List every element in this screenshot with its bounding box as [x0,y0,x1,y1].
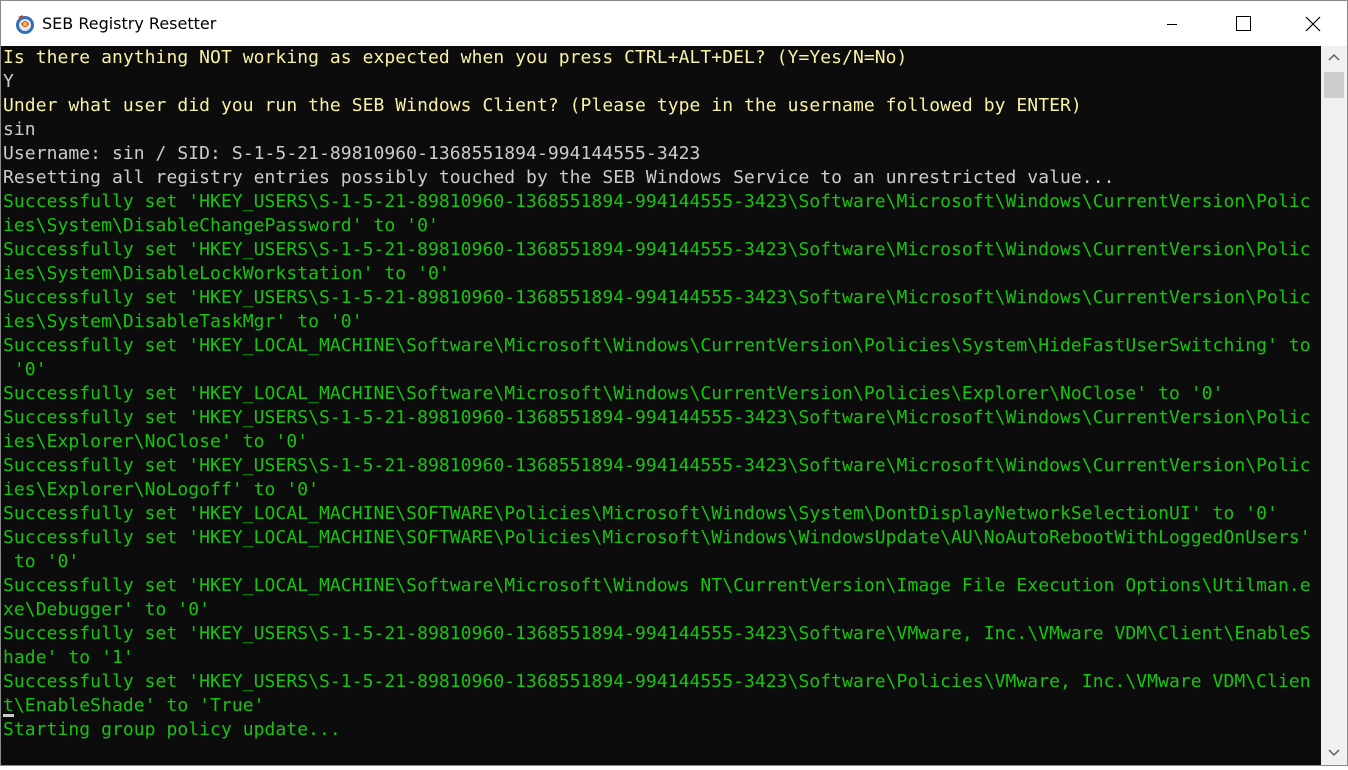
close-icon [1305,16,1321,32]
console-line: Successfully set 'HKEY_USERS\S-1-5-21-89… [3,623,1311,644]
console-line: xe\Debugger' to '0' [3,599,211,620]
scroll-up-button[interactable] [1321,46,1347,70]
console-line: Starting group policy update... [3,719,341,740]
console-line: Successfully set 'HKEY_USERS\S-1-5-21-89… [3,287,1311,308]
console-line: ies\Explorer\NoClose' to '0' [3,431,309,452]
console-line: ies\Explorer\NoLogoff' to '0' [3,479,320,500]
console-line: Successfully set 'HKEY_USERS\S-1-5-21-89… [3,455,1311,476]
title-bar[interactable]: SEB Registry Resetter [1,1,1347,46]
close-button[interactable] [1277,1,1347,46]
scroll-down-arrow-icon [1328,749,1340,757]
scroll-down-button[interactable] [1321,741,1347,765]
console-line: t\EnableShade' to 'True' [3,695,265,716]
console-line: Successfully set 'HKEY_USERS\S-1-5-21-89… [3,407,1311,428]
console-line: Successfully set 'HKEY_USERS\S-1-5-21-89… [3,671,1311,692]
minimize-icon [1167,24,1177,25]
console-window: SEB Registry Resetter Is there anything … [0,0,1348,766]
console-line: ies\System\DisableChangePassword' to '0' [3,215,439,236]
console-line: to '0' [3,551,80,572]
console-line: hade' to '1' [3,647,134,668]
scroll-up-arrow-icon [1328,53,1340,61]
console-line: Username: sin / SID: S-1-5-21-89810960-1… [3,143,701,164]
console-line: Resetting all registry entries possibly … [3,167,1115,188]
console-line: Successfully set 'HKEY_LOCAL_MACHINE\Sof… [3,383,1224,404]
console-output[interactable]: Is there anything NOT working as expecte… [1,46,1321,765]
console-line: ies\System\DisableLockWorkstation' to '0… [3,263,450,284]
text-cursor [3,714,14,717]
console-line: Successfully set 'HKEY_USERS\S-1-5-21-89… [3,239,1311,260]
maximize-button[interactable] [1207,1,1277,46]
console-line: Successfully set 'HKEY_LOCAL_MACHINE\SOF… [3,527,1311,548]
console-line: ies\System\DisableTaskMgr' to '0' [3,311,363,332]
console-line: Successfully set 'HKEY_USERS\S-1-5-21-89… [3,191,1311,212]
console-line: Is there anything NOT working as expecte… [3,47,908,68]
minimize-button[interactable] [1137,1,1207,46]
console-line: Successfully set 'HKEY_LOCAL_MACHINE\Sof… [3,575,1311,596]
console-line: Y [3,71,14,92]
console-line: sin [3,119,36,140]
console-line: '0' [3,359,47,380]
maximize-icon [1236,16,1251,31]
scroll-thumb[interactable] [1324,72,1344,98]
console-line: Successfully set 'HKEY_LOCAL_MACHINE\SOF… [3,503,1278,524]
console-line: Successfully set 'HKEY_LOCAL_MACHINE\Sof… [3,335,1311,356]
window-title: SEB Registry Resetter [42,14,217,33]
seb-app-icon[interactable] [14,13,36,35]
console-line: Under what user did you run the SEB Wind… [3,95,1082,116]
vertical-scrollbar[interactable] [1321,46,1347,765]
